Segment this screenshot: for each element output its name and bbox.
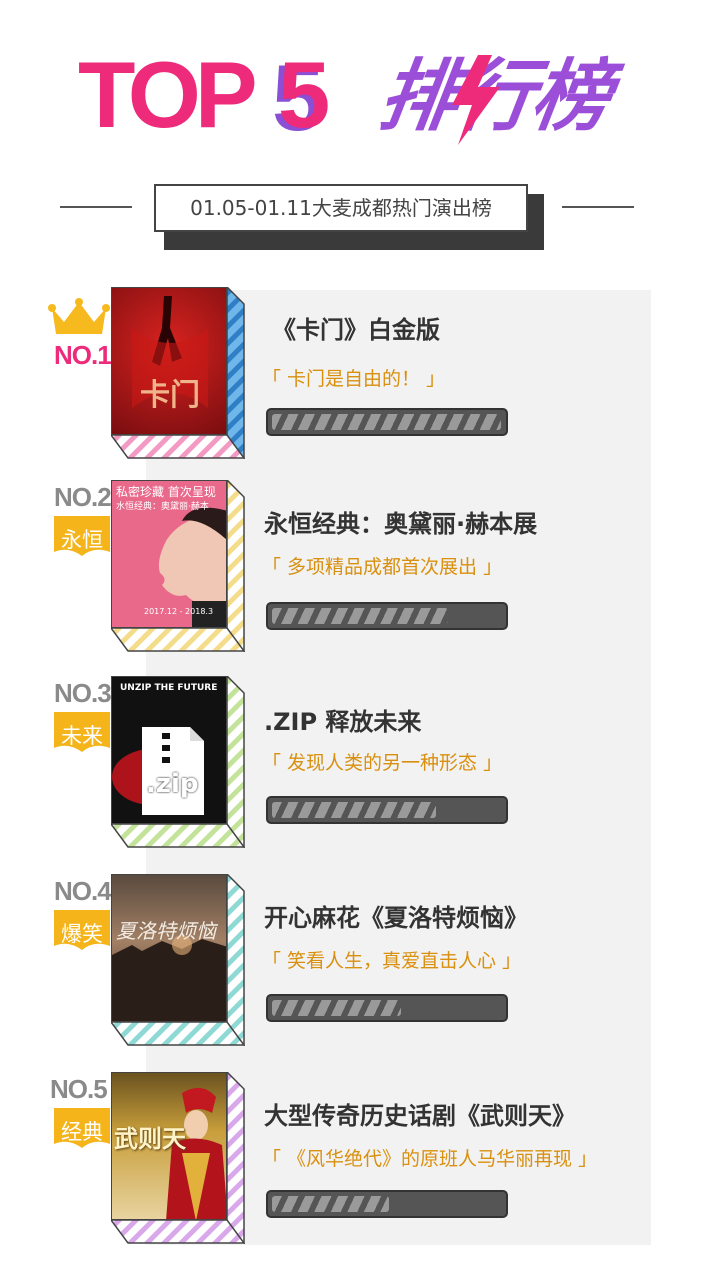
item-quote-1: 「 卡门是自由的！ 」 bbox=[262, 368, 446, 390]
item-title-4[interactable]: 开心麻花《夏洛特烦恼》 bbox=[264, 898, 528, 933]
header-title-number: 5 bbox=[278, 42, 331, 147]
tag-badge-2: 永恒 bbox=[54, 516, 110, 560]
item-quote-2: 「 多项精品成都首次展出 」 bbox=[262, 556, 503, 578]
progress-bar-2 bbox=[266, 602, 508, 630]
poster-title-3: UNZIP THE FUTURE bbox=[120, 683, 218, 693]
poster-title-2: 私密珍藏 首次呈现 bbox=[116, 485, 216, 499]
poster-card-1[interactable]: 卡门 bbox=[111, 287, 245, 459]
poster-title-1: 卡门 bbox=[140, 378, 200, 413]
progress-bar-1 bbox=[266, 408, 508, 436]
tag-label-5: 经典 bbox=[61, 1120, 103, 1144]
crown-icon bbox=[48, 298, 110, 334]
progress-bar-3 bbox=[266, 796, 508, 824]
progress-fill-5 bbox=[272, 1196, 389, 1212]
divider-right bbox=[562, 206, 634, 208]
poster-image-4: 夏洛特烦恼 bbox=[111, 874, 227, 1022]
tag-label-3: 未来 bbox=[61, 724, 103, 748]
rank-label-4: NO.4 bbox=[54, 876, 112, 906]
item-quote-5: 「 《风华绝代》的原班人马华丽再现 」 bbox=[262, 1148, 598, 1170]
poster-title-4: 夏洛特烦恼 bbox=[116, 919, 216, 943]
item-title-2[interactable]: 永恒经典：奥黛丽·赫本展 bbox=[264, 504, 537, 539]
progress-fill-4 bbox=[272, 1000, 401, 1016]
poster-card-2[interactable]: 私密珍藏 首次呈现 水恒经典：奥黛丽·赫本 2017.12 - 2018.3 bbox=[111, 480, 245, 652]
lightning-bolt-icon bbox=[452, 55, 500, 145]
poster-card-4[interactable]: 夏洛特烦恼 bbox=[111, 874, 245, 1046]
poster-image-2: 私密珍藏 首次呈现 水恒经典：奥黛丽·赫本 2017.12 - 2018.3 bbox=[111, 480, 227, 628]
progress-bar-4 bbox=[266, 994, 508, 1022]
poster-date-2: 2017.12 - 2018.3 bbox=[144, 607, 214, 616]
rank-label-1: NO.1 bbox=[54, 340, 112, 370]
item-title-5[interactable]: 大型传奇历史话剧《武则天》 bbox=[264, 1096, 576, 1131]
rank-label-3: NO.3 bbox=[54, 678, 112, 708]
item-title-1[interactable]: 《卡门》白金版 bbox=[272, 310, 440, 345]
poster-title-5: 武则天 bbox=[114, 1124, 186, 1153]
progress-bar-5 bbox=[266, 1190, 508, 1218]
poster-zip-3: .zip bbox=[146, 769, 199, 799]
progress-fill-2 bbox=[272, 608, 448, 624]
header-title-top: TOP bbox=[78, 42, 258, 147]
divider-left bbox=[60, 206, 132, 208]
poster-card-5[interactable]: 武则天 bbox=[111, 1072, 245, 1244]
poster-subtitle-2: 水恒经典：奥黛丽·赫本 bbox=[116, 502, 209, 512]
progress-fill-3 bbox=[272, 802, 436, 818]
poster-image-3: UNZIP THE FUTURE .zip bbox=[111, 676, 227, 824]
tag-badge-4: 爆笑 bbox=[54, 910, 110, 954]
item-title-3[interactable]: .ZIP 释放未来 bbox=[264, 702, 421, 737]
tag-badge-3: 未来 bbox=[54, 712, 110, 756]
tag-label-2: 永恒 bbox=[61, 528, 103, 552]
poster-image-5: 武则天 bbox=[111, 1072, 227, 1220]
tag-label-4: 爆笑 bbox=[61, 922, 103, 946]
rank-label-5: NO.5 bbox=[50, 1074, 108, 1104]
item-quote-3: 「 发现人类的另一种形态 」 bbox=[262, 752, 503, 774]
item-quote-4: 「 笑看人生，真爱直击人心 」 bbox=[262, 950, 522, 972]
poster-image-1: 卡门 bbox=[111, 287, 227, 435]
subtitle-box: 01.05-01.11大麦成都热门演出榜 bbox=[154, 184, 528, 232]
poster-card-3[interactable]: UNZIP THE FUTURE .zip bbox=[111, 676, 245, 848]
tag-badge-5: 经典 bbox=[54, 1108, 110, 1152]
rank-label-2: NO.2 bbox=[54, 482, 112, 512]
progress-fill-1 bbox=[272, 414, 501, 430]
